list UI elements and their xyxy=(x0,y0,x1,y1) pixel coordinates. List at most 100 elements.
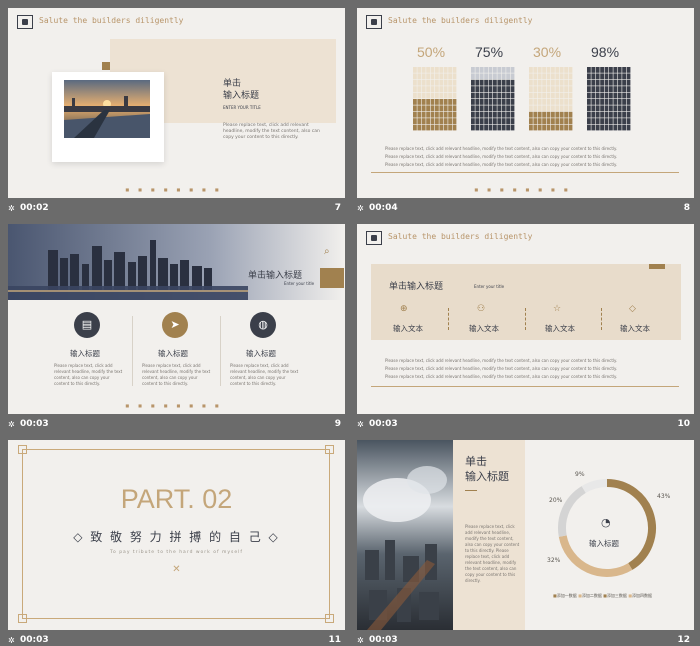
waffle-cell xyxy=(493,79,497,86)
waffle-cell xyxy=(510,111,515,118)
waffle-cell xyxy=(452,124,457,131)
waffle-cell xyxy=(551,118,555,124)
waffle-cell xyxy=(510,124,515,131)
waffle-cell xyxy=(443,92,448,99)
waffle-cell xyxy=(533,111,538,118)
donut-slice xyxy=(581,479,608,494)
waffle-cell xyxy=(609,86,613,92)
waffle-cell xyxy=(542,124,546,131)
waffle-cell xyxy=(604,99,609,105)
waffle-cell xyxy=(591,99,596,105)
waffle-cell xyxy=(435,67,439,73)
waffle-cell xyxy=(551,99,555,105)
waffle-cell xyxy=(591,118,596,124)
waffle-cell xyxy=(564,67,568,73)
waffle-cell xyxy=(564,79,568,86)
text-line: Please replace text, click add relevant … xyxy=(385,146,618,151)
waffle-cell xyxy=(604,124,609,131)
divider xyxy=(371,386,679,387)
waffle-cell xyxy=(537,73,542,80)
waffle-cell xyxy=(488,67,493,73)
waffle-cell xyxy=(609,111,613,118)
waffle-cell xyxy=(529,67,533,73)
accent-square xyxy=(102,62,110,70)
waffle-cell xyxy=(484,92,488,99)
waffle-cell xyxy=(452,86,457,92)
waffle-cell xyxy=(609,105,613,112)
waffle-cell xyxy=(551,73,555,80)
donut-slice xyxy=(558,486,586,537)
waffle-cell xyxy=(497,99,502,105)
slide-number: 7 xyxy=(334,203,341,213)
waffle-cell xyxy=(484,118,488,124)
waffle-cell xyxy=(542,118,546,124)
waffle-cell xyxy=(493,92,497,99)
slice-label: 20% xyxy=(549,497,563,504)
frame-corner xyxy=(18,445,27,454)
waffle-bar xyxy=(413,67,457,131)
waffle-cell xyxy=(564,73,568,80)
waffle-cell xyxy=(564,124,568,131)
waffle-cell xyxy=(591,73,596,80)
slide-10-canvas: Salute the builders diligently 单击输入标题 En… xyxy=(357,224,694,414)
waffle-cell xyxy=(622,79,626,86)
waffle-cell xyxy=(413,86,417,92)
document-icon: ▤ xyxy=(74,312,100,338)
waffle-cell xyxy=(426,118,430,124)
waffle-cell xyxy=(555,105,560,112)
waffle-cell xyxy=(497,79,502,86)
waffle-cell xyxy=(471,86,475,92)
globe-icon: ◍ xyxy=(250,312,276,338)
waffle-cell xyxy=(497,124,502,131)
waffle-cell xyxy=(613,99,618,105)
waffle-cell xyxy=(413,92,417,99)
slide-8-lines: Please replace text, click add relevant … xyxy=(385,145,675,169)
item-label: 输入标题 xyxy=(158,349,188,358)
waffle-cell xyxy=(413,79,417,86)
waffle-cell xyxy=(479,86,484,92)
frame-corner xyxy=(325,445,334,454)
transition-icon: ✲ xyxy=(357,204,364,213)
waffle-cell xyxy=(555,79,560,86)
star-icon: ☆ xyxy=(553,304,562,314)
waffle-cell xyxy=(484,73,488,80)
header-text: Salute the builders diligently xyxy=(39,16,184,25)
waffle-cell xyxy=(591,105,596,112)
waffle-cell xyxy=(475,86,480,92)
slice-label: 32% xyxy=(547,557,561,564)
waffle-cell xyxy=(617,118,622,124)
waffle-cell xyxy=(413,105,417,112)
waffle-cell xyxy=(595,73,600,80)
waffle-cell xyxy=(417,99,422,105)
waffle-cell xyxy=(595,92,600,99)
waffle-cell xyxy=(564,118,568,124)
waffle-cell xyxy=(417,124,422,131)
waffle-cell xyxy=(626,118,631,124)
waffle-cell xyxy=(493,86,497,92)
waffle-cell xyxy=(439,92,444,99)
waffle-cell xyxy=(417,67,422,73)
waffle-cell xyxy=(559,118,564,124)
waffle-cell xyxy=(506,124,510,131)
waffle-cell xyxy=(551,124,555,131)
waffle-cell xyxy=(626,124,631,131)
waffle-cell xyxy=(591,124,596,131)
waffle-cell xyxy=(443,105,448,112)
waffle-cell xyxy=(609,118,613,124)
waffle-cell xyxy=(452,79,457,86)
chart-legend: ■添加一数据 ■添加二数据 ■添加三数据 ■添加四数据 xyxy=(553,593,693,599)
waffle-cell xyxy=(439,99,444,105)
waffle-cell xyxy=(439,124,444,131)
waffle-cell xyxy=(555,67,560,73)
waffle-cell xyxy=(475,105,480,112)
waffle-cell xyxy=(479,92,484,99)
waffle-cell xyxy=(613,67,618,73)
waffle-cell xyxy=(595,124,600,131)
slide-duration: 00:03 xyxy=(20,635,49,645)
waffle-cell xyxy=(604,79,609,86)
percent-label: 75% xyxy=(475,44,504,60)
city-skyline-banner xyxy=(8,224,345,300)
item-label: 输入标题 xyxy=(246,349,276,358)
waffle-cell xyxy=(493,73,497,80)
waffle-cell xyxy=(501,118,506,124)
